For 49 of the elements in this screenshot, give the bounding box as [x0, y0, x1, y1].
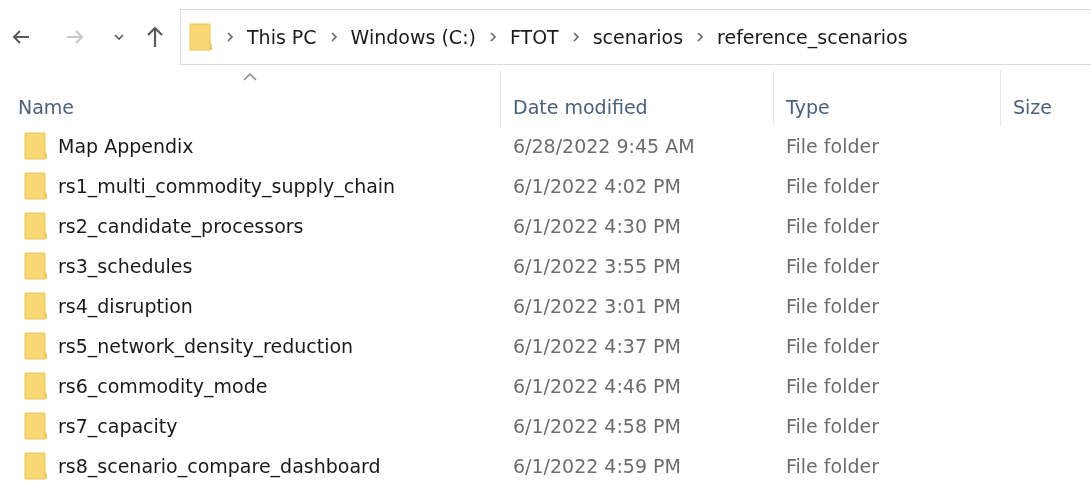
- date-cell-text: 6/1/2022 3:01 PM: [512, 295, 682, 317]
- chevron-down-icon: [113, 33, 125, 41]
- column-header[interactable]: Date modified: [500, 70, 773, 126]
- folder-name[interactable]: rs4_disruption: [58, 295, 193, 317]
- type-cell-text: File folder: [785, 295, 880, 317]
- type-cell-text: File folder: [785, 455, 880, 477]
- folder-name[interactable]: rs1_multi_commodity_supply_chain: [58, 175, 396, 197]
- breadcrumb[interactable]: scenarios: [584, 26, 692, 48]
- breadcrumb[interactable]: reference_scenarios: [709, 26, 916, 48]
- breadcrumb[interactable]: This PC: [239, 26, 325, 48]
- folder-name[interactable]: rs8_scenario_compare_dashboard: [58, 455, 381, 477]
- date-cell-text: 6/1/2022 4:59 PM: [512, 455, 682, 477]
- column-header[interactable]: Size: [1000, 70, 1091, 126]
- date-cell-text: 6/1/2022 4:46 PM: [512, 375, 682, 397]
- date-cell-text: 6/28/2022 9:45 AM: [512, 135, 696, 157]
- folder-name[interactable]: rs3_schedules: [58, 255, 193, 277]
- date-cell-text: 6/1/2022 4:30 PM: [512, 215, 682, 237]
- folder-icon: [24, 372, 48, 400]
- column-header[interactable]: Name: [0, 70, 500, 126]
- type-cell-text: File folder: [785, 175, 880, 197]
- type-cell-text: File folder: [785, 255, 880, 277]
- type-cell-text: File folder: [785, 135, 880, 157]
- date-cell-text: 6/1/2022 4:02 PM: [512, 175, 682, 197]
- folder-name[interactable]: Map Appendix: [58, 135, 194, 157]
- breadcrumb[interactable]: FTOT: [501, 26, 567, 48]
- folder-icon: [24, 292, 48, 320]
- folder-name[interactable]: rs5_network_density_reduction: [58, 335, 354, 357]
- date-cell-text: 6/1/2022 3:55 PM: [512, 255, 682, 277]
- sort-caret-icon: [242, 72, 258, 82]
- folder-icon: [24, 252, 48, 280]
- folder-icon: [189, 23, 213, 51]
- folder-name[interactable]: rs2_candidate_processors: [58, 215, 304, 237]
- folder-icon: [24, 412, 48, 440]
- folder-name[interactable]: rs7_capacity: [58, 415, 178, 437]
- folder-icon: [24, 172, 48, 200]
- folder-icon: [24, 332, 48, 360]
- type-cell-text: File folder: [785, 415, 880, 437]
- column-header[interactable]: Type: [773, 70, 1000, 126]
- date-cell-text: 6/1/2022 4:37 PM: [512, 335, 682, 357]
- breadcrumb[interactable]: Windows (C:): [342, 26, 484, 48]
- folder-icon: [24, 132, 48, 160]
- type-cell-text: File folder: [785, 375, 880, 397]
- date-cell-text: 6/1/2022 4:58 PM: [512, 415, 682, 437]
- folder-icon: [24, 452, 48, 480]
- type-cell-text: File folder: [785, 215, 880, 237]
- address-bar[interactable]: This PC Windows (C:) FTOT scenarios reference_scenarios: [180, 9, 1091, 65]
- folder-name[interactable]: rs6_commodity_mode: [58, 375, 268, 397]
- type-cell-text: File folder: [785, 335, 880, 357]
- folder-icon: [24, 212, 48, 240]
